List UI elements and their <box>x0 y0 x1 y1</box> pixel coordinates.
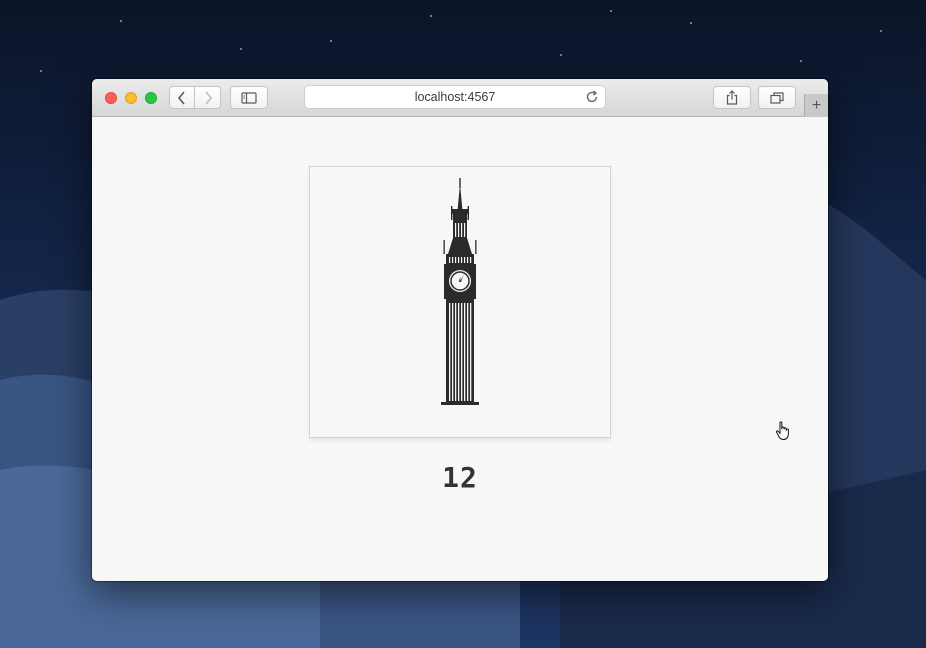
back-button[interactable] <box>169 86 195 109</box>
new-tab-button[interactable]: + <box>804 94 828 117</box>
sidebar-button[interactable] <box>230 86 268 109</box>
big-ben-icon <box>441 178 479 405</box>
browser-window: localhost:4567 + 12 <box>92 79 828 581</box>
close-window-button[interactable] <box>105 92 117 104</box>
chevron-left-icon <box>177 90 185 105</box>
toolbar: localhost:4567 + <box>92 79 828 117</box>
share-button[interactable] <box>713 86 751 109</box>
hand-pointer-icon <box>775 421 789 441</box>
forward-button[interactable] <box>195 86 221 109</box>
chevron-right-icon <box>204 90 212 105</box>
address-text: localhost:4567 <box>414 90 496 104</box>
page-content: 12 <box>92 117 828 581</box>
address-bar[interactable]: localhost:4567 <box>304 85 606 109</box>
tabs-overview-icon <box>770 91 784 104</box>
tabs-overview-button[interactable] <box>758 86 796 109</box>
plus-icon: + <box>811 96 822 114</box>
reload-icon[interactable] <box>585 90 599 104</box>
minimize-window-button[interactable] <box>125 92 137 104</box>
counter-value: 12 <box>442 461 478 494</box>
share-icon <box>726 90 738 105</box>
zoom-window-button[interactable] <box>145 92 157 104</box>
sidebar-icon <box>241 91 257 104</box>
image-card[interactable] <box>309 166 789 441</box>
